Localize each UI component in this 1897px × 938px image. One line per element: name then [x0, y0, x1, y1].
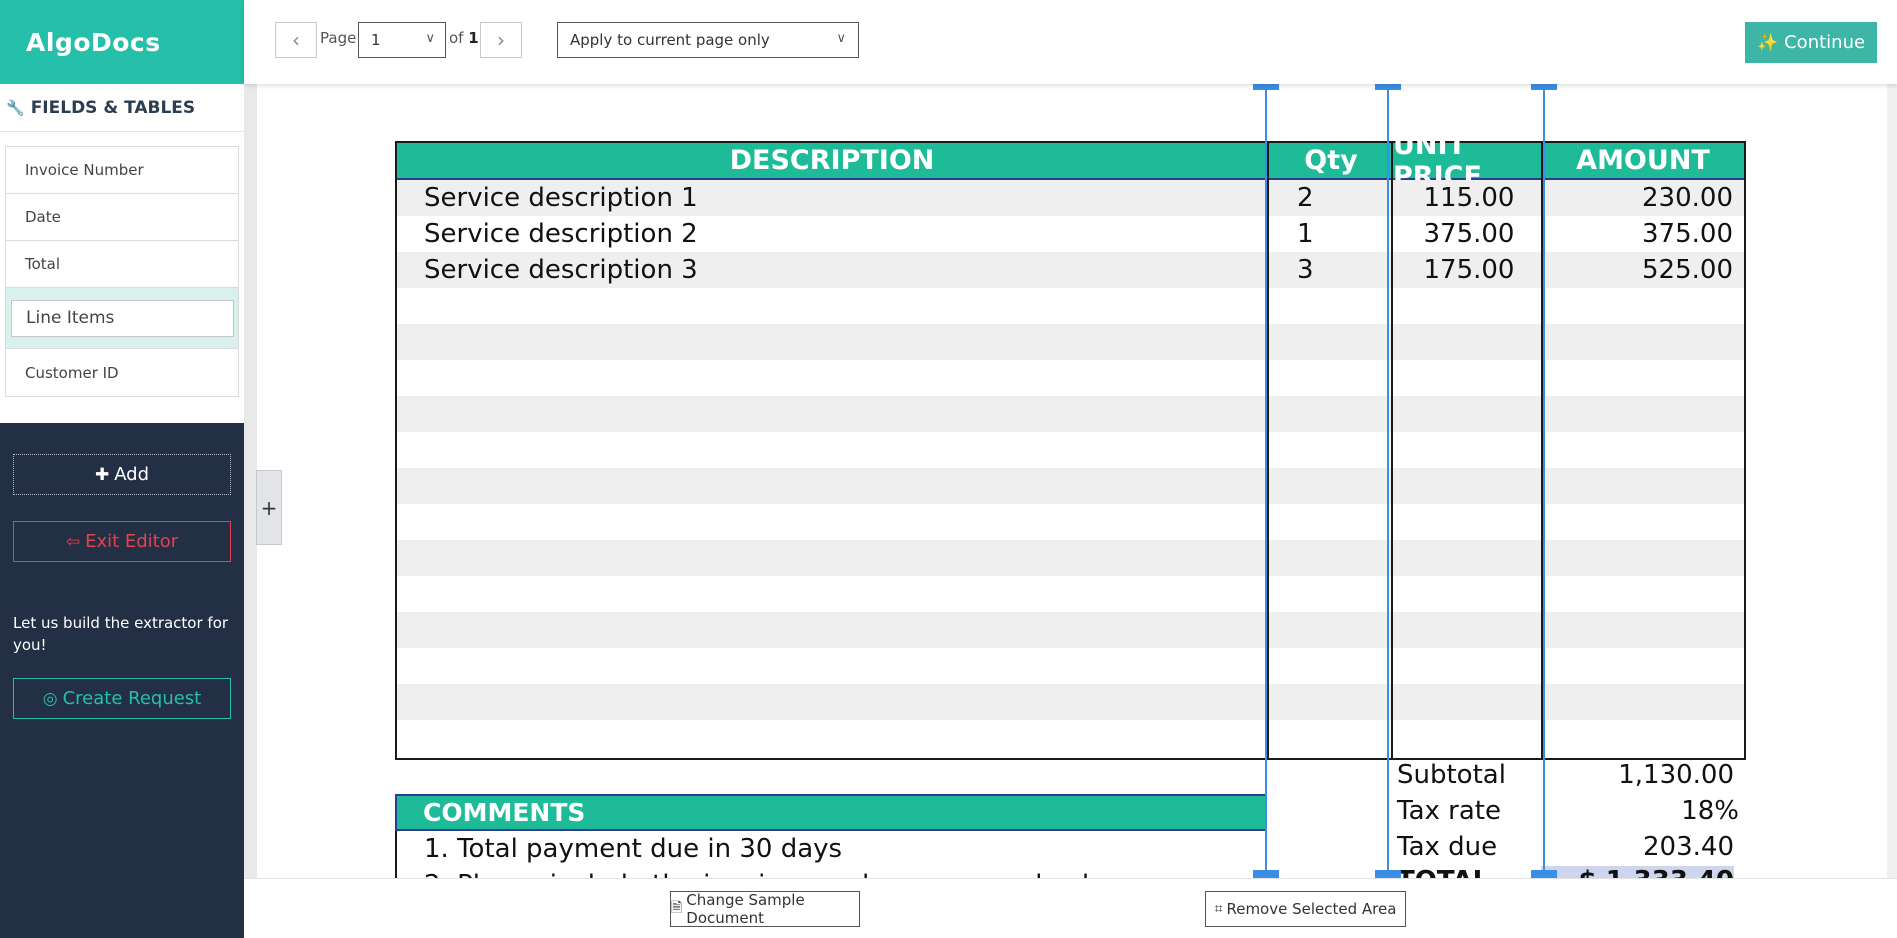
column-divider	[1391, 143, 1393, 758]
apply-value: Apply to current page only	[570, 31, 770, 49]
apply-scope-select[interactable]: Apply to current page only ∨	[557, 22, 859, 58]
fields-list: Invoice Number Date Total Line Items Cus…	[5, 146, 239, 397]
chevron-right-icon: ›	[497, 28, 505, 52]
fields-panel: 🔧 FIELDS & TABLES Invoice Number Date To…	[0, 84, 244, 423]
file-icon: 🗎	[671, 900, 683, 916]
page-count: of 1	[449, 29, 479, 47]
field-total[interactable]: Total	[6, 241, 238, 288]
comments-header: COMMENTS	[395, 794, 1267, 831]
field-date[interactable]: Date	[6, 194, 238, 241]
field-label: Customer ID	[25, 363, 119, 382]
column-separator-guide[interactable]	[1265, 84, 1267, 878]
cell-amount: 230.00	[1642, 183, 1733, 213]
total-value: $ 1,333.40	[1541, 866, 1734, 878]
cell-description: Service description 3	[424, 255, 698, 285]
comment-line: 1. Total payment due in 30 days	[395, 831, 1267, 867]
exit-editor-button[interactable]: ⇦ Exit Editor	[13, 521, 231, 562]
prev-page-button[interactable]: ‹	[275, 22, 317, 58]
guide-handle[interactable]	[1531, 870, 1557, 878]
column-divider	[1267, 143, 1269, 758]
expand-panel-handle[interactable]: +	[256, 470, 282, 545]
guide-handle[interactable]	[1375, 84, 1401, 90]
cell-qty: 1	[1297, 219, 1314, 249]
document-page[interactable]: DESCRIPTION Qty UNIT PRICE AMOUNT Servic…	[244, 84, 1897, 878]
page-value: 1	[371, 31, 381, 49]
logo[interactable]: AlgoDocs	[26, 28, 161, 57]
cell-unit-price: 375.00	[1423, 219, 1515, 249]
chevron-down-icon: ∨	[836, 31, 846, 46]
crop-icon: ⌗	[1214, 901, 1223, 917]
remove-selected-area-button[interactable]: ⌗ Remove Selected Area	[1205, 891, 1406, 927]
page-select[interactable]: 1 ∨	[358, 22, 446, 58]
of-label: of	[449, 29, 464, 47]
fields-title: FIELDS & TABLES	[30, 97, 196, 118]
total-pages: 1	[468, 29, 479, 47]
next-page-button[interactable]: ›	[480, 22, 522, 58]
toolbar: ‹ Page 1 ∨ of 1 › Apply to current page …	[244, 0, 1897, 84]
tax-due-label: Tax due	[1397, 832, 1498, 862]
extractor-note: Let us build the extractor for you!	[13, 614, 229, 654]
subtotal-label: Subtotal	[1397, 760, 1506, 790]
field-label: Total	[25, 255, 61, 273]
change-sample-document-button[interactable]: 🗎 Change Sample Document	[670, 891, 860, 927]
field-label: Date	[25, 208, 61, 226]
exit-icon: ⇦	[65, 531, 81, 552]
remove-label: Remove Selected Area	[1226, 900, 1397, 918]
brand-bar: AlgoDocs	[0, 0, 244, 84]
wrench-icon: 🔧	[6, 98, 25, 117]
cell-description: Service description 1	[424, 183, 698, 213]
cell-unit-price: 115.00	[1423, 183, 1515, 213]
sidebar: AlgoDocs 🔧 FIELDS & TABLES Invoice Numbe…	[0, 0, 244, 938]
exit-label: Exit Editor	[85, 531, 179, 552]
continue-label: Continue	[1784, 32, 1866, 53]
field-line-items[interactable]: Line Items	[6, 288, 238, 349]
total-label: TOTAL	[1397, 866, 1489, 878]
column-separator-guide[interactable]	[1543, 84, 1545, 878]
tax-rate-label: Tax rate	[1397, 796, 1501, 826]
cell-unit-price: 175.00	[1423, 255, 1515, 285]
header-amount: AMOUNT	[1576, 145, 1710, 176]
cell-qty: 3	[1297, 255, 1314, 285]
header-qty: Qty	[1304, 145, 1358, 176]
guide-handle[interactable]	[1253, 84, 1279, 90]
add-label: Add	[114, 464, 150, 485]
change-label: Change Sample Document	[686, 891, 805, 927]
cell-amount: 375.00	[1642, 219, 1733, 249]
field-invoice-number[interactable]: Invoice Number	[6, 147, 238, 194]
continue-button[interactable]: ✨ Continue	[1745, 22, 1877, 63]
plus-icon: ✚	[94, 464, 110, 485]
add-button[interactable]: ✚ Add	[13, 454, 231, 495]
field-customer-id[interactable]: Customer ID	[6, 349, 238, 396]
guide-handle[interactable]	[1253, 870, 1279, 878]
lifebuoy-icon: ◎	[42, 688, 58, 709]
magic-wand-icon: ✨	[1756, 32, 1779, 53]
comment-line: 2. Please include the invoice number on …	[395, 867, 1267, 878]
field-label: Invoice Number	[25, 161, 144, 179]
header-description: DESCRIPTION	[729, 145, 935, 176]
cell-amount: 525.00	[1642, 255, 1733, 285]
column-separator-guide[interactable]	[1387, 84, 1389, 878]
create-request-button[interactable]: ◎ Create Request	[13, 678, 231, 719]
document-viewer: DESCRIPTION Qty UNIT PRICE AMOUNT Servic…	[244, 84, 1897, 878]
request-label: Create Request	[62, 688, 202, 709]
chevron-down-icon: ∨	[425, 31, 435, 46]
tax-rate-value: 18%	[1681, 796, 1739, 826]
guide-handle[interactable]	[1531, 84, 1557, 90]
cell-description: Service description 2	[424, 219, 698, 249]
fields-header: 🔧 FIELDS & TABLES	[0, 84, 244, 132]
bottom-bar: 🗎 Change Sample Document ⌗ Remove Select…	[244, 878, 1897, 938]
plus-icon: +	[260, 495, 278, 520]
field-name-input[interactable]: Line Items	[11, 299, 234, 337]
cell-qty: 2	[1297, 183, 1314, 213]
chevron-left-icon: ‹	[292, 28, 300, 52]
header-unit-price: UNIT PRICE	[1393, 129, 1482, 192]
page-label: Page	[320, 29, 357, 47]
subtotal-value: 1,130.00	[1618, 760, 1734, 790]
tax-due-value: 203.40	[1643, 832, 1734, 862]
guide-handle[interactable]	[1375, 870, 1401, 878]
